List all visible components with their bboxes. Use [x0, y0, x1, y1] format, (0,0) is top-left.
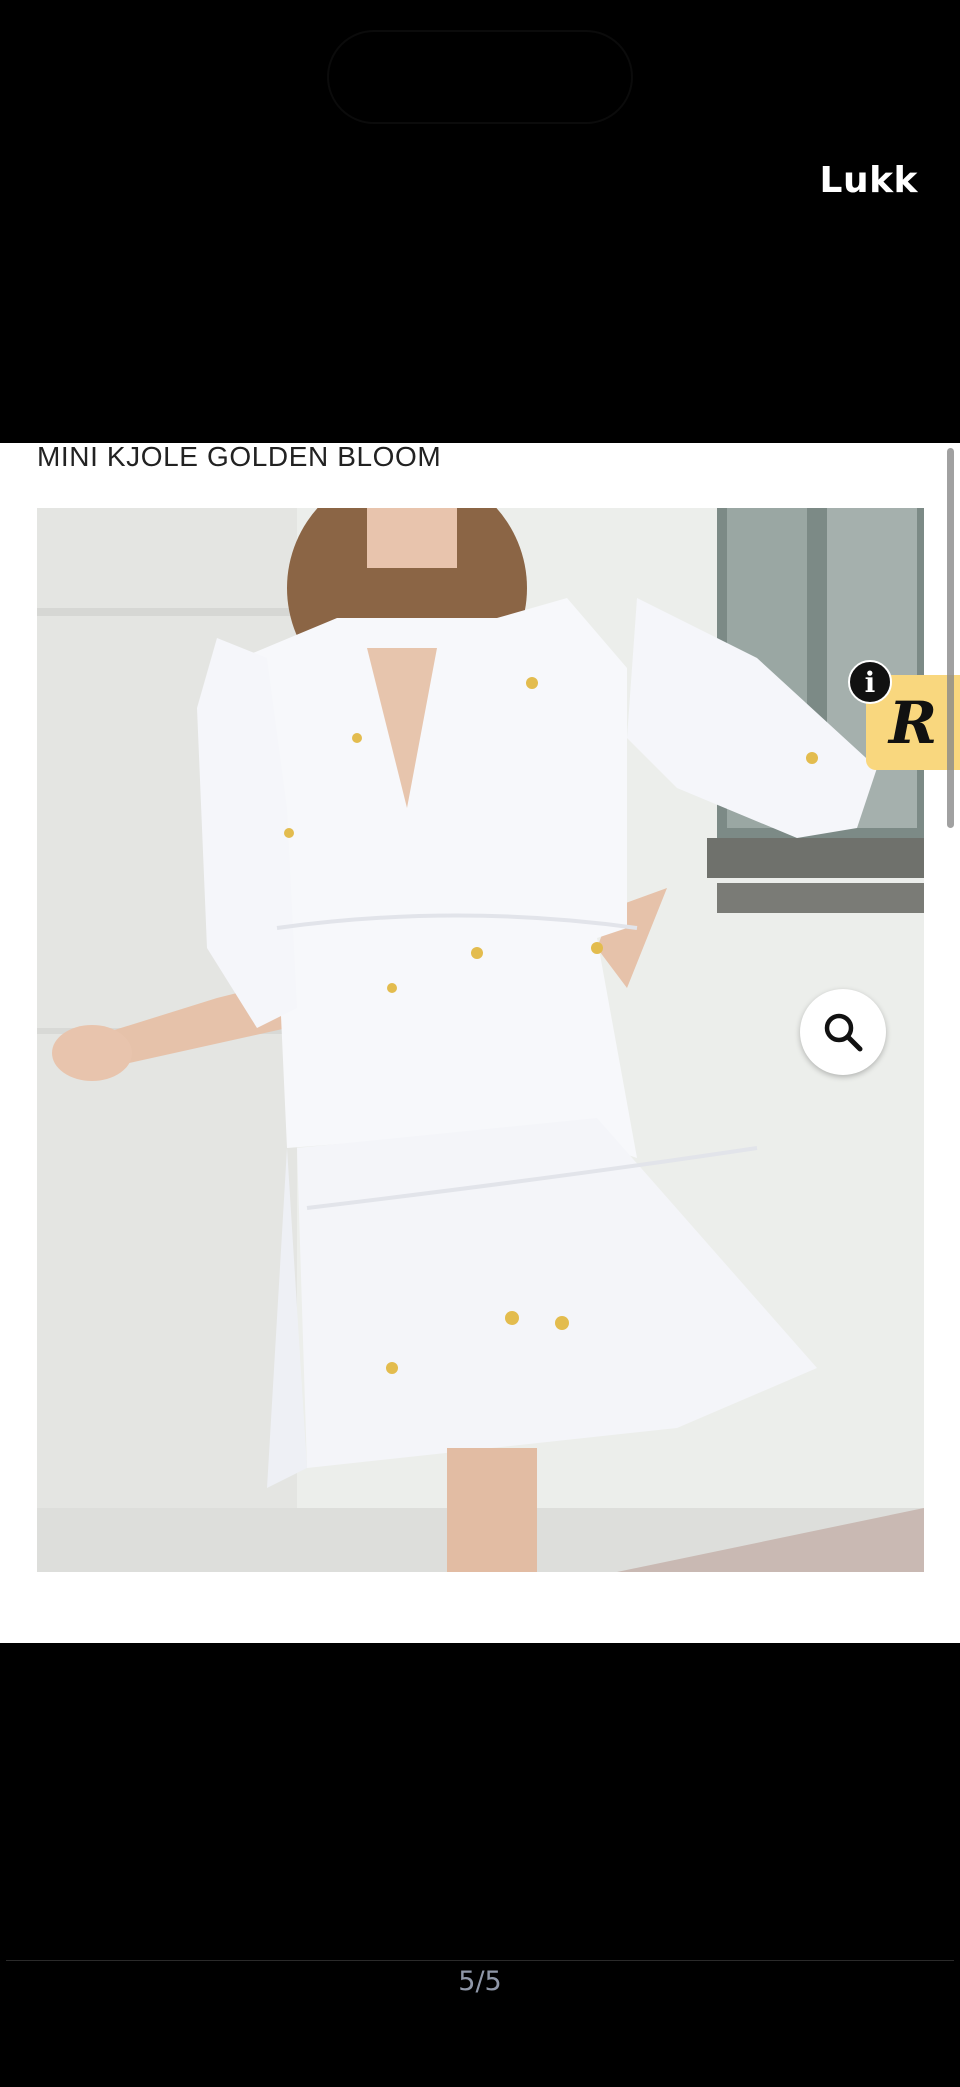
product-image[interactable]	[37, 508, 924, 1572]
dynamic-island	[327, 30, 633, 124]
scrollbar[interactable]	[947, 448, 954, 828]
zoom-button[interactable]	[800, 989, 886, 1075]
r-logo-letter: R	[888, 688, 938, 757]
page-counter: 5/5	[458, 1966, 502, 1997]
close-button[interactable]: Lukk	[820, 160, 918, 201]
info-icon[interactable]: i	[848, 660, 892, 704]
product-title: MINI KJOLE GOLDEN BLOOM	[37, 443, 442, 472]
search-icon	[824, 1013, 863, 1052]
product-view: MINI KJOLE GOLDEN BLOOM	[0, 443, 960, 1643]
reviews-badge[interactable]: i R	[848, 660, 960, 770]
divider	[6, 1960, 954, 1961]
